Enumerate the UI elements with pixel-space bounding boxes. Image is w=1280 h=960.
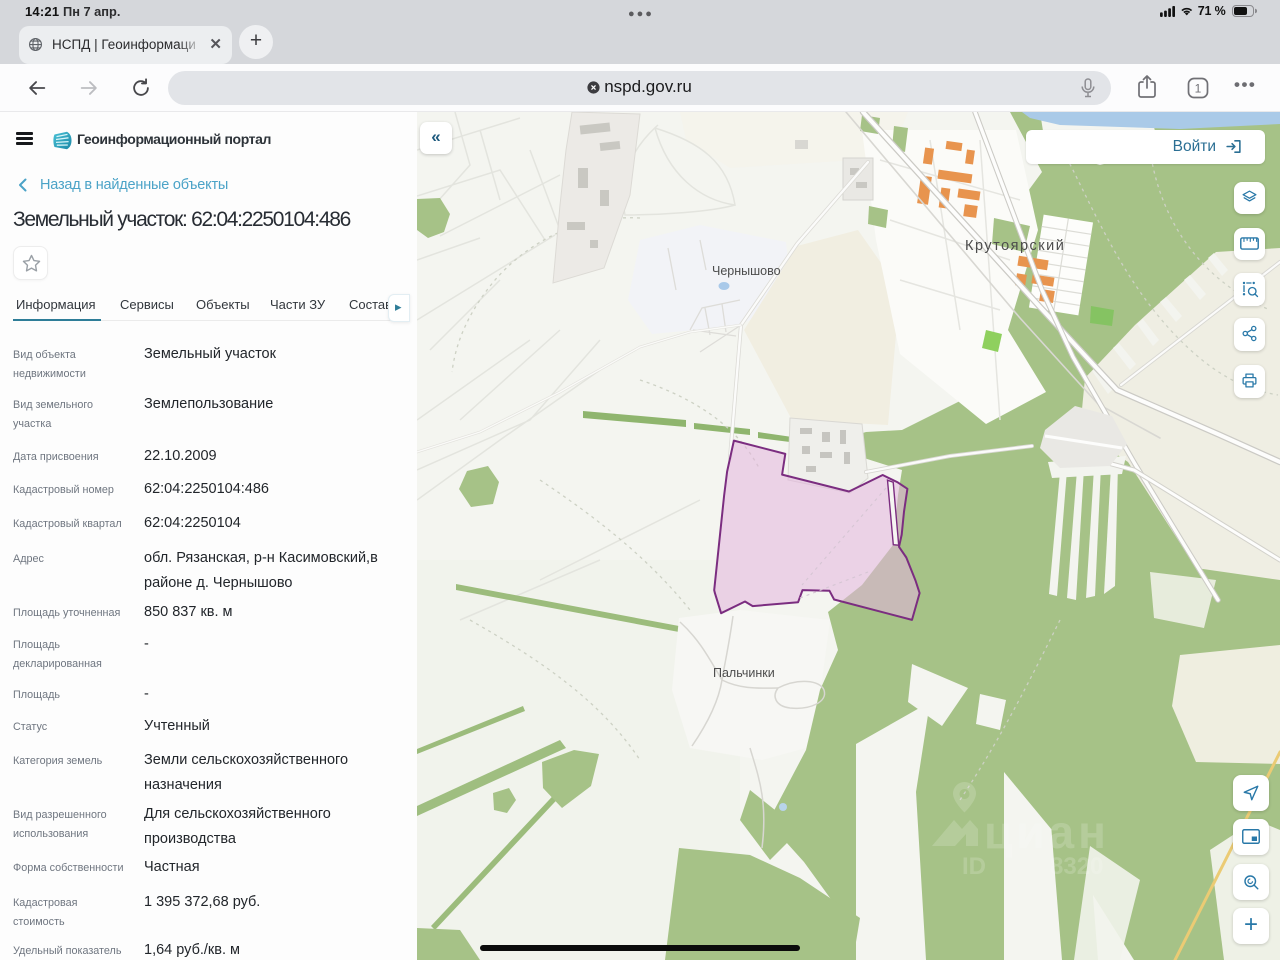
svg-text:ID: ID [962, 853, 986, 880]
svg-text:циан: циан [984, 806, 1110, 858]
svg-text:8320: 8320 [1050, 853, 1103, 880]
svg-text:1: 1 [1195, 82, 1202, 96]
